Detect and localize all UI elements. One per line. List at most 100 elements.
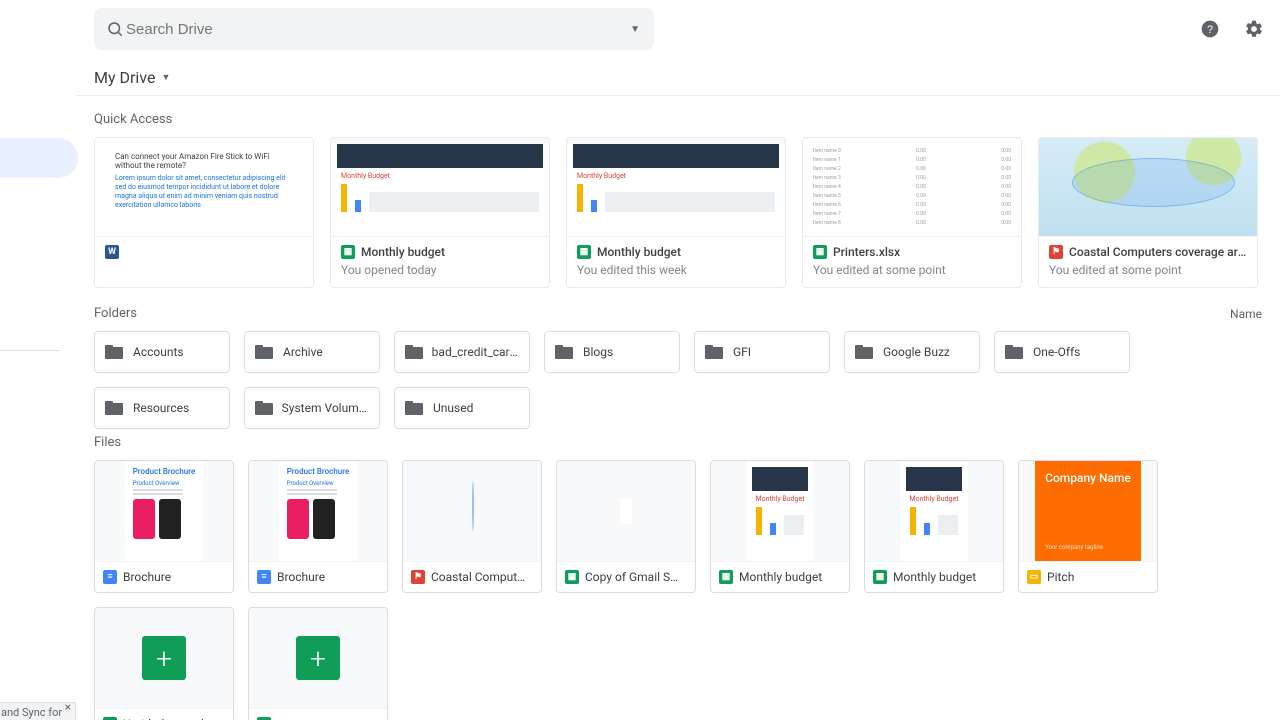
folder-chip[interactable]: Accounts bbox=[94, 331, 230, 373]
folder-icon bbox=[705, 345, 723, 359]
docs-file-icon: ≡ bbox=[257, 570, 271, 584]
thumbnail: + bbox=[249, 608, 387, 708]
word-file-icon: W bbox=[105, 245, 119, 259]
thumbnail: Can connect your Amazon Fire Stick to Wi… bbox=[95, 138, 313, 236]
file-card[interactable]: ⚑Coastal Comput… bbox=[402, 460, 542, 593]
file-title: Brochure bbox=[277, 570, 325, 584]
folder-chip[interactable]: One-Offs bbox=[994, 331, 1130, 373]
folder-chip[interactable]: Blogs bbox=[544, 331, 680, 373]
folder-name: Google Buzz bbox=[883, 345, 950, 359]
folder-name: Archive bbox=[283, 345, 323, 359]
folder-icon bbox=[555, 345, 573, 359]
file-card[interactable]: Company NameYour company tagline ▭ Pitch bbox=[1018, 460, 1158, 593]
chevron-down-icon: ▼ bbox=[161, 72, 170, 83]
sheets-file-icon: ▦ bbox=[719, 570, 733, 584]
thumbnail: + bbox=[95, 608, 233, 708]
svg-text:?: ? bbox=[1207, 24, 1213, 36]
file-title: Printers.xlsx bbox=[833, 245, 900, 259]
sidebar: s h me 7 GB used STORAGE × and Sync for bbox=[0, 0, 76, 720]
sidebar-item[interactable]: s bbox=[0, 178, 78, 218]
folder-icon bbox=[405, 345, 422, 359]
folder-name: One-Offs bbox=[1033, 345, 1080, 359]
slides-file-icon: ▭ bbox=[1027, 570, 1041, 584]
folder-name: Unused bbox=[433, 401, 473, 415]
storage-link[interactable]: STORAGE bbox=[0, 431, 70, 445]
sheets-file-icon: ▦ bbox=[813, 245, 827, 259]
storage-block: 7 GB used STORAGE bbox=[0, 350, 70, 445]
thumbnail: Monthly Budget bbox=[331, 138, 549, 236]
file-card[interactable]: +▦ bbox=[248, 607, 388, 720]
file-title: Monthly budget bbox=[739, 570, 822, 584]
thumbnail: Monthly Budget bbox=[711, 461, 849, 561]
folder-chip[interactable]: Google Buzz bbox=[844, 331, 980, 373]
file-title: Monthly budget bbox=[597, 245, 681, 259]
thumbnail: Company NameYour company tagline bbox=[1019, 461, 1157, 561]
file-title: Monthly budget bbox=[361, 245, 445, 259]
folder-name: Blogs bbox=[583, 345, 613, 359]
folder-chip[interactable]: bad_credit_car_l… bbox=[394, 331, 530, 373]
file-card[interactable]: Monthly Budget ▦ Monthly budget bbox=[710, 460, 850, 593]
thumbnail: Monthly Budget bbox=[865, 461, 1003, 561]
folder-chip[interactable]: GFI bbox=[694, 331, 830, 373]
section-quick-access: Quick Access bbox=[94, 112, 1262, 127]
search-icon bbox=[106, 20, 124, 38]
file-card[interactable]: +▦Untitled spread… bbox=[94, 607, 234, 720]
file-subtitle: You edited at some point bbox=[813, 263, 1011, 277]
file-title: Copy of Gmail S… bbox=[585, 570, 678, 584]
map-file-icon: ⚑ bbox=[1049, 245, 1063, 259]
quick-access-card[interactable]: Item name 00.000.00Item name 10.000.00It… bbox=[802, 137, 1022, 288]
breadcrumb-label: My Drive bbox=[94, 68, 155, 87]
search-bar[interactable]: ▼ bbox=[94, 8, 654, 50]
folder-icon bbox=[255, 345, 273, 359]
section-folders: Folders bbox=[94, 306, 137, 321]
folder-icon bbox=[105, 345, 123, 359]
sheets-file-icon: ▦ bbox=[577, 245, 591, 259]
folder-chip[interactable]: Resources bbox=[94, 387, 230, 429]
file-title: Brochure bbox=[123, 570, 171, 584]
file-card[interactable]: Monthly Budget ▦ Monthly budget bbox=[864, 460, 1004, 593]
quick-access-card[interactable]: Can connect your Amazon Fire Stick to Wi… bbox=[94, 137, 314, 288]
folder-icon bbox=[255, 401, 272, 415]
file-title: Coastal Comput… bbox=[431, 570, 525, 584]
folder-chip[interactable]: Archive bbox=[244, 331, 380, 373]
docs-file-icon: ≡ bbox=[103, 570, 117, 584]
quick-access-card[interactable]: ⚑ Coastal Computers coverage area You edit… bbox=[1038, 137, 1258, 288]
sidebar-item[interactable]: h me bbox=[0, 218, 78, 258]
thumbnail: Item name 00.000.00Item name 10.000.00It… bbox=[803, 138, 1021, 236]
folder-icon bbox=[105, 401, 123, 415]
folder-name: Accounts bbox=[133, 345, 184, 359]
search-input[interactable] bbox=[124, 20, 624, 39]
sidebar-item-active[interactable] bbox=[0, 138, 78, 178]
file-title: Monthly budget bbox=[893, 570, 976, 584]
settings-icon[interactable] bbox=[1242, 17, 1266, 41]
close-icon[interactable]: × bbox=[65, 701, 71, 713]
thumbnail: Monthly Budget bbox=[567, 138, 785, 236]
thumbnail: Product BrochureProduct Overview bbox=[95, 461, 233, 561]
sheets-file-icon: ▦ bbox=[565, 570, 579, 584]
section-files: Files bbox=[94, 435, 1262, 450]
help-icon[interactable]: ? bbox=[1198, 17, 1222, 41]
file-title: Pitch bbox=[1047, 570, 1074, 584]
sort-label[interactable]: Name bbox=[1230, 307, 1262, 321]
quick-access-card[interactable]: Monthly Budget▦Monthly budgetYou edited … bbox=[566, 137, 786, 288]
file-card[interactable]: Product BrochureProduct Overview ≡ Brochur… bbox=[94, 460, 234, 593]
folder-name: System Volume … bbox=[282, 401, 369, 415]
folder-name: GFI bbox=[733, 345, 751, 359]
search-options-icon[interactable]: ▼ bbox=[624, 24, 646, 35]
folder-chip[interactable]: System Volume … bbox=[244, 387, 380, 429]
file-subtitle: You opened today bbox=[341, 263, 539, 277]
thumbnail bbox=[403, 461, 541, 561]
quick-access-card[interactable]: Monthly Budget▦Monthly budgetYou opened … bbox=[330, 137, 550, 288]
sheets-file-icon: ▦ bbox=[873, 570, 887, 584]
folder-name: Resources bbox=[133, 401, 189, 415]
file-card[interactable]: Product BrochureProduct Overview ≡ Brochur… bbox=[248, 460, 388, 593]
folder-chip[interactable]: Unused bbox=[394, 387, 530, 429]
folder-icon bbox=[405, 401, 423, 415]
file-card[interactable]: ▦ Copy of Gmail S… bbox=[556, 460, 696, 593]
folder-icon bbox=[855, 345, 873, 359]
file-title: Coastal Computers coverage area bbox=[1069, 245, 1247, 259]
thumbnail: Product BrochureProduct Overview bbox=[249, 461, 387, 561]
breadcrumb[interactable]: My Drive ▼ bbox=[76, 58, 1280, 96]
file-subtitle: You edited at some point bbox=[1049, 263, 1247, 277]
storage-used-text: 7 GB used bbox=[0, 411, 70, 425]
